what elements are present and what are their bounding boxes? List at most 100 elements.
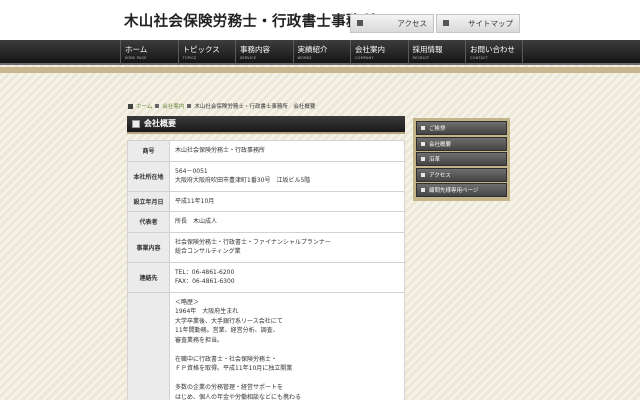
access-label: アクセス <box>397 19 427 28</box>
nav-label: トピックス <box>182 45 220 54</box>
utility-nav: アクセス サイトマップ <box>350 14 520 33</box>
table-row: 代表者 所長 木山成人 <box>127 211 405 233</box>
table-row: 設立年月日 平成11年10月 <box>127 190 405 212</box>
row-value-line: 審査業務を担当。 <box>175 336 224 344</box>
sidebar-item-label: 顧問先様専用ページ <box>429 188 479 195</box>
global-nav-items: ホーム KOBE PAGE トピックス TOPICS 事務内容 SERVICE … <box>120 40 523 65</box>
nav-label: 実績紹介 <box>297 45 328 54</box>
nav-label: 会社案内 <box>355 45 385 54</box>
row-value-line: 所長 木山成人 <box>175 218 218 225</box>
row-value-line: 564－0051 <box>175 167 208 175</box>
page-title: 会社概要 <box>144 119 176 128</box>
row-label: 設立年月日 <box>127 190 170 212</box>
home-icon <box>128 103 133 109</box>
sitemap-button[interactable]: サイトマップ <box>436 14 520 33</box>
sidebar-item-client-page[interactable]: 顧問先様専用ページ <box>416 183 507 198</box>
row-value: 564－0051 大阪府大阪府吹田市豊津町1番30号 江坂ビル5階 <box>169 160 405 192</box>
chevron-right-icon <box>155 104 160 108</box>
nav-company[interactable]: 会社案内 COMPANY <box>350 40 408 65</box>
doc-icon <box>421 157 425 162</box>
row-value-line: 多数の企業の労務管理・経営サポートを <box>175 384 284 391</box>
nav-sublabel: COMPANY <box>355 56 374 60</box>
nav-contact[interactable]: お問い合わせ CONTACT <box>465 40 523 65</box>
header: 木山社会保険労務士・行政書士事務所 アクセス サイトマップ <box>0 0 640 40</box>
row-value: 社会保険労務士・行政書士・ファイナンシャルプランナー 総合コンサルティング業 <box>169 231 405 263</box>
nav-label: お問い合わせ <box>470 45 515 54</box>
main-content: 会社概要 商号 木山社会保険労務士・行政事務所 本社所在地 564－0051 大阪府大阪… <box>127 116 405 400</box>
row-value: TEL：06-4861-6200 FAX：06-4861-6300 <box>169 261 405 293</box>
row-label <box>127 291 170 400</box>
row-label: 代表者 <box>127 211 170 233</box>
document-icon <box>132 120 140 128</box>
row-value: 所長 木山成人 <box>169 211 405 233</box>
row-value-line: 大阪府大阪府吹田市豊津町1番30号 江坂ビル5階 <box>175 177 311 184</box>
sidebar-item-company-overview[interactable]: 会社概要 <box>416 136 507 151</box>
row-value: 木山社会保険労務士・行政事務所 <box>169 140 405 162</box>
table-row: 商号 木山社会保険労務士・行政事務所 <box>127 140 405 162</box>
table-row: 連絡先 TEL：06-4861-6200 FAX：06-4861-6300 <box>127 261 405 293</box>
row-value-line: ＦＰ資格を取得。平成11年10月に独立開業 <box>175 365 293 372</box>
row-value-line: TEL：06-4861-6200 <box>175 268 235 276</box>
nav-home[interactable]: ホーム KOBE PAGE <box>120 40 178 65</box>
row-value-line: ＜略歴＞ <box>175 298 200 306</box>
table-row: ＜略歴＞ 1964年 大阪府生まれ大学卒業後、大手銀行系リース会社にて 11年間勤務… <box>127 291 405 400</box>
row-value: ＜略歴＞ 1964年 大阪府生まれ大学卒業後、大手銀行系リース会社にて 11年間勤務… <box>169 291 405 400</box>
site-title[interactable]: 木山社会保険労務士・行政書士事務所 <box>124 10 376 31</box>
row-value-line: 大学卒業後、大手銀行系リース会社にて <box>175 317 283 325</box>
row-value-line: 平成11年10月 <box>175 197 215 205</box>
row-value: 平成11年10月 <box>169 190 405 212</box>
row-value-line: 社会保険労務士・行政書士・ファイナンシャルプランナー <box>175 238 331 246</box>
row-value-line <box>175 374 399 384</box>
doc-icon <box>421 188 425 193</box>
nav-label: ホーム <box>125 45 148 54</box>
breadcrumb: ホーム 会社案内 木山社会保険労務士・行政書士事務所 会社概要 <box>128 102 315 110</box>
square-bullet-icon <box>357 20 363 26</box>
row-value-line: 木山社会保険労務士・行政事務所 <box>175 147 266 154</box>
nav-sublabel: KOBE PAGE <box>125 56 147 60</box>
sidebar-item-greeting[interactable]: ご挨拶 <box>416 121 507 135</box>
global-nav: ホーム KOBE PAGE トピックス TOPICS 事務内容 SERVICE … <box>0 40 640 65</box>
nav-sublabel: CONTACT <box>470 56 488 60</box>
breadcrumb-home-link[interactable]: ホーム <box>136 102 152 110</box>
row-value-line: 11年間勤務。営業、経営分析、調査、 <box>175 327 279 334</box>
doc-icon <box>421 141 425 146</box>
sidebar-item-history[interactable]: 沿革 <box>416 152 507 167</box>
row-label: 商号 <box>127 140 170 162</box>
breadcrumb-parent-link[interactable]: 会社案内 <box>162 102 184 110</box>
sidebar-item-label: アクセス <box>429 172 451 179</box>
row-label: 事業内容 <box>127 231 170 263</box>
nav-accent-band <box>0 67 640 73</box>
nav-sublabel: WORKS <box>297 56 312 60</box>
nav-topics[interactable]: トピックス TOPICS <box>177 40 236 65</box>
sidebar-item-label: ご挨拶 <box>429 126 446 132</box>
sitemap-label: サイトマップ <box>468 19 513 28</box>
doc-icon <box>421 126 425 130</box>
sidebar-item-access[interactable]: アクセス <box>416 167 507 182</box>
breadcrumb-current: 木山社会保険労務士・行政書士事務所 会社概要 <box>194 104 316 110</box>
sidebar-item-label: 会社概要 <box>429 141 452 148</box>
nav-recruit[interactable]: 採用情報 RECRUIT <box>407 40 466 65</box>
row-value-line: 1964年 大阪府生まれ <box>175 308 239 315</box>
chevron-right-icon <box>187 104 192 108</box>
doc-icon <box>421 172 425 177</box>
sidebar-item-label: 沿革 <box>429 157 441 164</box>
square-bullet-icon <box>443 20 449 26</box>
row-value-line: 総合コンサルティング業 <box>175 248 241 255</box>
nav-label: 事務内容 <box>240 45 270 54</box>
nav-service[interactable]: 事務内容 SERVICE <box>235 40 293 65</box>
company-info-table: 商号 木山社会保険労務士・行政事務所 本社所在地 564－0051 大阪府大阪府吹田市豊… <box>127 140 405 400</box>
row-value-line: FAX：06-4861-6300 <box>175 278 235 285</box>
sidebar-nav: ご挨拶 会社概要 沿革 アクセス 顧問先様専用ページ <box>413 118 510 201</box>
table-row: 本社所在地 564－0051 大阪府大阪府吹田市豊津町1番30号 江坂ビル5階 <box>127 160 405 192</box>
row-value-line <box>175 345 399 355</box>
nav-sublabel: TOPICS <box>182 56 197 60</box>
row-label: 本社所在地 <box>127 160 170 192</box>
table-row: 事業内容 社会保険労務士・行政書士・ファイナンシャルプランナー 総合コンサルティング… <box>127 231 405 263</box>
nav-sublabel: SERVICE <box>240 56 257 60</box>
nav-label: 採用情報 <box>412 45 443 54</box>
row-label: 連絡先 <box>127 261 170 293</box>
nav-works[interactable]: 実績紹介 WORKS <box>292 40 351 65</box>
access-button[interactable]: アクセス <box>350 14 434 33</box>
row-value-line: はじめ、個人の年金や労働相談などにも携わる <box>175 393 302 400</box>
nav-sublabel: RECRUIT <box>412 56 430 60</box>
